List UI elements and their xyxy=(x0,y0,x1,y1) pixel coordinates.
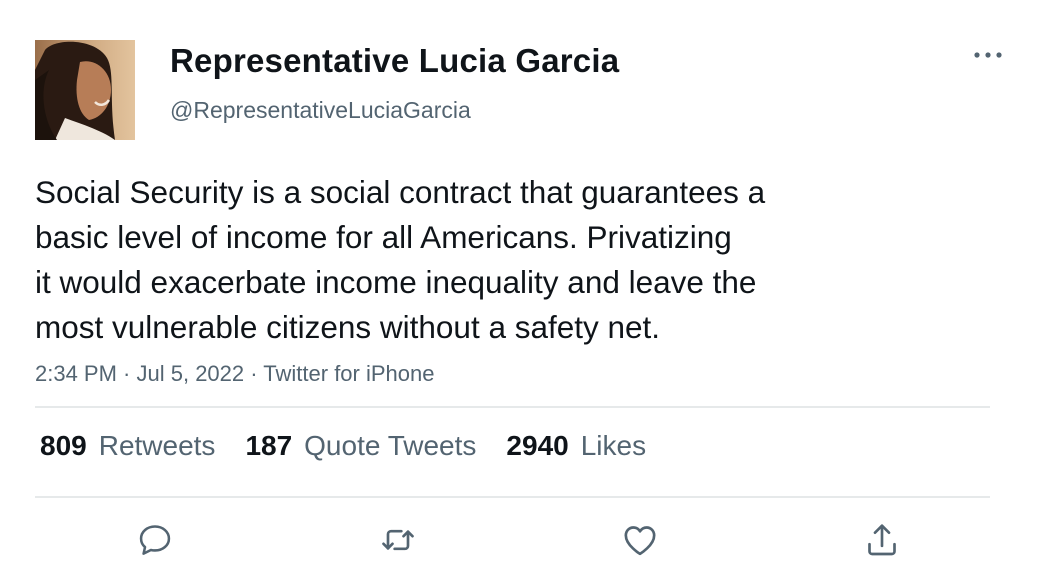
divider xyxy=(35,406,990,408)
likes-stat[interactable]: 2940 Likes xyxy=(506,430,646,462)
like-button[interactable] xyxy=(618,518,662,562)
meta-separator: · xyxy=(116,361,137,386)
tweet-text-line: Social Security is a social contract tha… xyxy=(35,174,766,210)
tweet-card: Representative Lucia Garcia @Representat… xyxy=(0,0,1050,570)
tweet-text-line: it would exacerbate income inequality an… xyxy=(35,264,757,300)
retweet-button[interactable] xyxy=(376,518,420,562)
tweet-time[interactable]: 2:34 PM xyxy=(35,361,117,386)
tweet-metadata: 2:34 PM · Jul 5, 2022 · Twitter for iPho… xyxy=(35,361,434,387)
divider xyxy=(35,496,990,498)
retweets-stat[interactable]: 809 Retweets xyxy=(40,430,215,462)
share-button[interactable] xyxy=(860,518,904,562)
likes-count: 2940 xyxy=(506,430,569,461)
tweet-text: Social Security is a social contract tha… xyxy=(35,170,905,350)
share-icon xyxy=(868,524,896,556)
likes-label: Likes xyxy=(580,430,647,461)
engagement-stats: 809 Retweets 187 Quote Tweets 2940 Likes xyxy=(40,430,676,462)
tweet-source[interactable]: Twitter for iPhone xyxy=(263,361,434,386)
more-dots-icon xyxy=(974,52,1002,58)
quote-tweets-count: 187 xyxy=(245,430,293,461)
retweets-label: Retweets xyxy=(98,430,216,461)
more-options-button[interactable] xyxy=(968,40,1008,70)
retweet-icon xyxy=(382,529,414,551)
display-name[interactable]: Representative Lucia Garcia xyxy=(170,42,619,80)
reply-button[interactable] xyxy=(133,518,177,562)
quote-tweets-label: Quote Tweets xyxy=(304,430,477,461)
user-handle[interactable]: @RepresentativeLuciaGarcia xyxy=(170,97,471,124)
meta-separator: · xyxy=(244,361,264,386)
tweet-text-line: most vulnerable citizens without a safet… xyxy=(35,309,661,345)
profile-photo-icon xyxy=(35,40,135,140)
heart-icon xyxy=(624,526,656,556)
avatar[interactable] xyxy=(35,40,135,140)
comment-icon xyxy=(139,525,171,555)
retweets-count: 809 xyxy=(40,430,87,461)
quote-tweets-stat[interactable]: 187 Quote Tweets xyxy=(245,430,476,462)
tweet-date[interactable]: Jul 5, 2022 xyxy=(137,361,245,386)
tweet-text-line: basic level of income for all Americans.… xyxy=(35,219,732,255)
